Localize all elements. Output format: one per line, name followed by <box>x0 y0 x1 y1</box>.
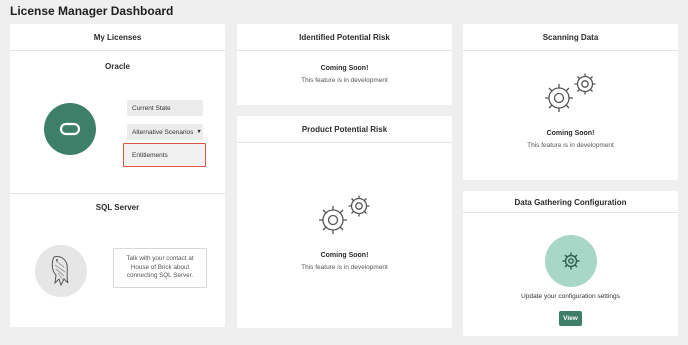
sql-server-title: SQL Server <box>95 203 140 212</box>
scanning-data-title: Scanning Data <box>542 33 599 42</box>
divider <box>463 50 678 51</box>
gear-icon <box>562 252 580 270</box>
entitlements-label: Entitlements <box>132 151 168 159</box>
coming-soon-label: Coming Soon! <box>320 65 369 72</box>
divider <box>463 212 678 213</box>
my-licenses-title: My Licenses <box>93 33 142 42</box>
development-note: This feature is in development <box>301 77 388 84</box>
entitlements-button[interactable]: Entitlements <box>123 143 206 167</box>
scanning-data-card: Scanning Data Coming Soon! This feature … <box>463 24 678 180</box>
alternative-scenarios-button[interactable]: Alternative Scenarios ▼ <box>127 124 203 140</box>
development-note: This feature is in development <box>527 142 614 149</box>
divider <box>237 142 452 143</box>
config-icon-circle <box>545 235 597 287</box>
divider <box>10 50 225 51</box>
coming-soon-label: Coming Soon! <box>546 130 595 137</box>
mysql-dolphin-icon <box>51 256 69 287</box>
coming-soon-label: Coming Soon! <box>320 252 369 259</box>
product-risk-title: Product Potential Risk <box>301 125 388 134</box>
current-state-button[interactable]: Current State <box>127 100 203 116</box>
view-button[interactable]: View <box>559 311 582 326</box>
oracle-title: Oracle <box>105 62 130 71</box>
identified-risk-card: Identified Potential Risk Coming Soon! T… <box>237 24 452 105</box>
gears-icon <box>319 195 370 234</box>
identified-risk-title: Identified Potential Risk <box>299 33 390 42</box>
data-gathering-config-title: Data Gathering Configuration <box>514 198 627 207</box>
caret-down-icon: ▼ <box>196 129 202 135</box>
divider <box>10 193 225 194</box>
oracle-icon <box>59 122 81 136</box>
development-note: This feature is in development <box>301 264 388 271</box>
oracle-logo <box>44 103 96 155</box>
page-title: License Manager Dashboard <box>10 4 174 18</box>
sql-server-message: Talk with your contact at House of Brick… <box>113 248 207 288</box>
my-licenses-card: My Licenses Oracle Current State Alterna… <box>10 24 225 327</box>
gears-icon <box>545 73 596 112</box>
product-risk-card: Product Potential Risk Coming Soon! This… <box>237 116 452 328</box>
alternative-scenarios-label: Alternative Scenarios <box>132 128 194 136</box>
current-state-label: Current State <box>132 104 171 112</box>
config-description: Update your configuration settings <box>521 293 620 300</box>
sql-server-logo <box>35 245 87 297</box>
data-gathering-config-card: Data Gathering Configuration Update your… <box>463 191 678 336</box>
divider <box>237 50 452 51</box>
